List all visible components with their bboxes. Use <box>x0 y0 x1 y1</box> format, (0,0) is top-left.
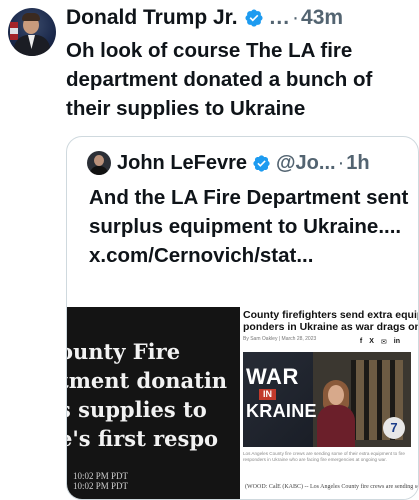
separator-dot: · <box>337 151 345 174</box>
quoted-tweet-text: And the LA Fire Department sent surplus … <box>89 186 409 267</box>
quoted-tweet-header: John LeFevre @Jo... · 1h <box>87 151 370 175</box>
media-image-left[interactable]: ounty Fire tment donatin s supplies to e… <box>67 307 240 499</box>
media-image-right[interactable]: County firefighters send extra equipment… <box>241 307 419 499</box>
screenshot-timestamp: 10:02 PM PDT 10:02 PM PDT <box>73 471 129 491</box>
news-video-frame: WAR IN KRAINE 7 <box>243 352 411 447</box>
channel-logo-icon: 7 <box>383 417 405 439</box>
video-title-in: IN <box>259 389 276 400</box>
flag-decoration <box>10 22 18 40</box>
author-name[interactable]: Donald Trump Jr. <box>66 6 238 30</box>
screenshot-headline: ounty Fire tment donatin s supplies to e… <box>67 339 228 451</box>
tweet-text: Oh look of course The LA fire department… <box>66 39 373 120</box>
linkedin-icon: in <box>393 338 400 345</box>
quoted-post-time[interactable]: 1h <box>346 152 369 175</box>
video-title-war: WAR <box>246 364 299 389</box>
x-icon: X <box>369 338 374 345</box>
facebook-icon: f <box>359 338 363 345</box>
verified-badge-icon <box>253 154 270 172</box>
article-byline: By Sam Oakley | March 28, 2023 <box>243 336 317 342</box>
video-title-ukraine: KRAINE <box>246 401 317 421</box>
post-time[interactable]: 43m <box>301 6 343 30</box>
quoted-tweet[interactable]: John LeFevre @Jo... · 1h And the LA Fire… <box>66 136 419 500</box>
tweet-header: Donald Trump Jr. ... · 43m <box>66 6 343 30</box>
verified-badge-icon <box>244 9 263 27</box>
article-body-text: (WOOD: CalE (KABC) -- Los Angeles County… <box>245 484 419 490</box>
author-handle[interactable]: ... <box>270 6 291 30</box>
email-icon: ✉ <box>380 339 387 346</box>
quoted-author-name[interactable]: John LeFevre <box>117 152 247 175</box>
author-avatar[interactable] <box>8 8 56 56</box>
news-anchor <box>317 405 355 447</box>
article-headline: County firefighters send extra equipment… <box>243 309 419 333</box>
quoted-author-handle[interactable]: @Jo... <box>276 152 336 175</box>
tweet[interactable]: Donald Trump Jr. ... · 43m Oh look of co… <box>0 0 419 500</box>
share-icons: f X ✉ in <box>360 338 400 346</box>
separator-dot: · <box>292 6 300 29</box>
video-caption: Los Angeles County fire crews are sendin… <box>243 451 405 462</box>
quoted-author-avatar[interactable] <box>87 151 111 175</box>
